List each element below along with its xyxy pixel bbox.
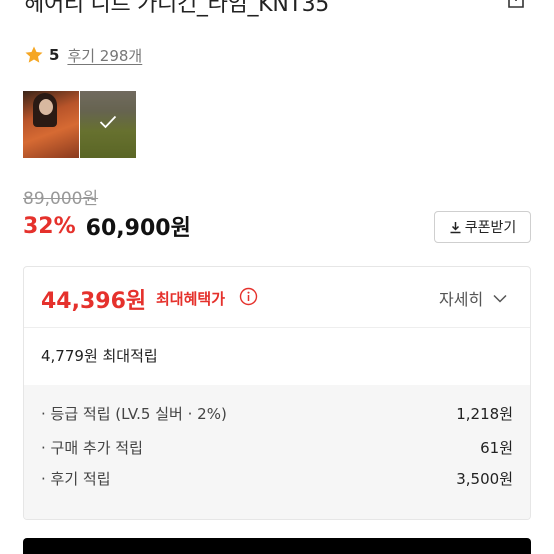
original-price: 89,000원	[23, 189, 99, 209]
price-row: 32% 60,900원	[23, 210, 191, 242]
chevron-down-icon	[493, 294, 507, 303]
detail-toggle[interactable]: 자세히	[439, 286, 507, 310]
max-benefit-label: 최대혜택가	[156, 290, 226, 308]
color-option-lime[interactable]	[80, 91, 136, 158]
max-points: 4,779원 최대적립	[41, 347, 158, 365]
color-option-thumbnails	[23, 91, 136, 158]
download-icon	[450, 221, 461, 233]
point-row-purchase: · 구매 추가 적립 61원	[41, 436, 513, 458]
point-label: · 등급 적립 (LV.5 실버 · 2%)	[41, 404, 227, 423]
points-breakdown: · 등급 적립 (LV.5 실버 · 2%) 1,218원 · 구매 추가 적립…	[24, 385, 530, 519]
rating-row: 5 후기 298개	[24, 44, 142, 66]
info-icon[interactable]	[239, 287, 258, 306]
star-icon	[25, 46, 43, 63]
point-label: · 후기 적립	[41, 469, 111, 488]
sale-price: 60,900원	[85, 216, 191, 241]
share-icon[interactable]	[503, 0, 529, 12]
divider	[24, 327, 530, 328]
coupon-button-label: 쿠폰받기	[464, 220, 517, 236]
point-row-grade: · 등급 적립 (LV.5 실버 · 2%) 1,218원	[41, 402, 513, 424]
rating-score: 5	[49, 46, 60, 64]
coupon-download-button[interactable]: 쿠폰받기	[434, 211, 531, 243]
point-row-review: · 후기 적립 3,500원	[41, 467, 513, 489]
point-label: · 구매 추가 적립	[41, 438, 143, 457]
point-value: 1,218원	[456, 404, 513, 423]
detail-toggle-label: 자세히	[439, 290, 484, 309]
product-title: 헤어리 니트 가디건_라임_KNT35	[24, 0, 330, 17]
benefit-box: 44,396원 최대혜택가 자세히 4,779원 최대적립 · 등급 적립 (L…	[23, 266, 531, 520]
review-count-link[interactable]: 후기 298개	[67, 45, 142, 66]
point-value: 3,500원	[456, 469, 513, 488]
point-value: 61원	[480, 438, 513, 457]
benefit-header[interactable]: 44,396원 최대혜택가 자세히	[24, 267, 530, 327]
discount-rate: 32%	[23, 213, 76, 239]
title-row: 헤어리 니트 가디건_라임_KNT35	[0, 0, 554, 20]
check-icon	[99, 115, 117, 129]
max-benefit-price: 44,396원	[41, 289, 147, 314]
bottom-action-bar[interactable]	[23, 538, 531, 554]
color-option-orange[interactable]	[23, 91, 79, 158]
